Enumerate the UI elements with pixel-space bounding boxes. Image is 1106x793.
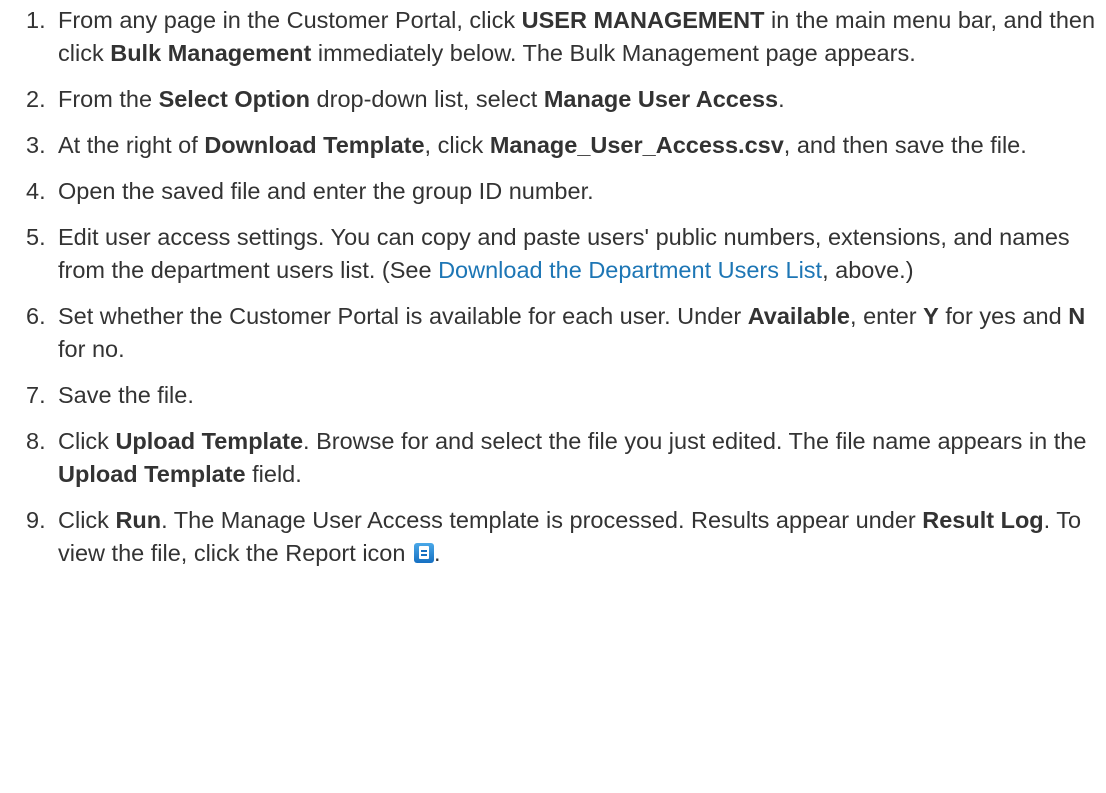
step-number: 8.: [26, 428, 46, 454]
step-text: Edit user access settings. You can copy …: [58, 224, 1070, 283]
step-2: 2. From the Select Option drop-down list,…: [26, 83, 1096, 116]
ui-term: Result Log: [922, 507, 1044, 533]
step-4: 4. Open the saved file and enter the grou…: [26, 175, 1096, 208]
step-text-run: , and then save the file.: [783, 132, 1027, 158]
ui-term: Upload Template: [58, 461, 246, 487]
step-number: 1.: [26, 7, 46, 33]
step-number: 6.: [26, 303, 46, 329]
step-text-run: Open the saved file and enter the group …: [58, 178, 594, 204]
step-text-run: . The Manage User Access template is pro…: [161, 507, 923, 533]
step-text-run: , click: [424, 132, 490, 158]
step-5: 5. Edit user access settings. You can cop…: [26, 221, 1096, 287]
step-text-run: field.: [245, 461, 302, 487]
step-number: 3.: [26, 132, 46, 158]
ui-term: N: [1068, 303, 1086, 329]
step-text-run: .: [433, 540, 441, 566]
step-7: 7. Save the file.: [26, 379, 1096, 412]
ui-term: USER MANAGEMENT: [521, 7, 765, 33]
step-text-run: . Browse for and select the file you jus…: [303, 428, 1087, 454]
department-users-link[interactable]: Download the Department Users List: [438, 257, 822, 283]
step-text-run: , above.): [822, 257, 914, 283]
step-text-run: drop-down list, select: [310, 86, 544, 112]
ui-term: Select Option: [158, 86, 311, 112]
report-icon[interactable]: [413, 543, 434, 563]
step-text-run: From any page in the Customer Portal, cl…: [58, 7, 522, 33]
step-text: From the Select Option drop-down list, s…: [58, 86, 785, 112]
ui-term: Manage User Access: [543, 86, 779, 112]
step-text: Save the file.: [58, 382, 194, 408]
step-number: 7.: [26, 382, 46, 408]
ui-term: Bulk Management: [110, 40, 312, 66]
ui-term: Y: [923, 303, 939, 329]
step-text-run: Click: [58, 428, 116, 454]
step-number: 9.: [26, 507, 46, 533]
step-8: 8. Click Upload Template. Browse for and …: [26, 425, 1096, 491]
ui-term: Upload Template: [115, 428, 304, 454]
step-text-run: Save the file.: [58, 382, 194, 408]
step-text: From any page in the Customer Portal, cl…: [58, 7, 1095, 66]
step-text: Click Upload Template. Browse for and se…: [58, 428, 1086, 487]
step-text-run: Click: [58, 507, 116, 533]
ui-term: Available: [747, 303, 851, 329]
step-text-run: From the: [58, 86, 159, 112]
step-text-run: Set whether the Customer Portal is avail…: [58, 303, 748, 329]
step-text-run: for yes and: [938, 303, 1069, 329]
step-6: 6. Set whether the Customer Portal is ava…: [26, 300, 1096, 366]
step-number: 2.: [26, 86, 46, 112]
step-text-run: for no.: [58, 336, 125, 362]
step-text-run: , enter: [850, 303, 924, 329]
ui-term: Run: [115, 507, 162, 533]
step-text: Click Run. The Manage User Access templa…: [58, 507, 1081, 566]
step-text-run: .: [778, 86, 785, 112]
ui-term: Manage_User_Access.csv: [489, 132, 784, 158]
step-text: Open the saved file and enter the group …: [58, 178, 594, 204]
step-1: 1. From any page in the Customer Portal, …: [26, 4, 1096, 70]
step-text: Set whether the Customer Portal is avail…: [58, 303, 1085, 362]
step-number: 5.: [26, 224, 46, 250]
step-text-run: immediately below. The Bulk Management p…: [311, 40, 916, 66]
instruction-steps: 1. From any page in the Customer Portal, …: [26, 4, 1096, 583]
step-text: At the right of Download Template, click…: [58, 132, 1027, 158]
ui-term: Download Template: [204, 132, 425, 158]
step-text-run: At the right of: [58, 132, 205, 158]
step-number: 4.: [26, 178, 46, 204]
step-9: 9. Click Run. The Manage User Access temp…: [26, 504, 1096, 570]
step-3: 3. At the right of Download Template, cli…: [26, 129, 1096, 162]
